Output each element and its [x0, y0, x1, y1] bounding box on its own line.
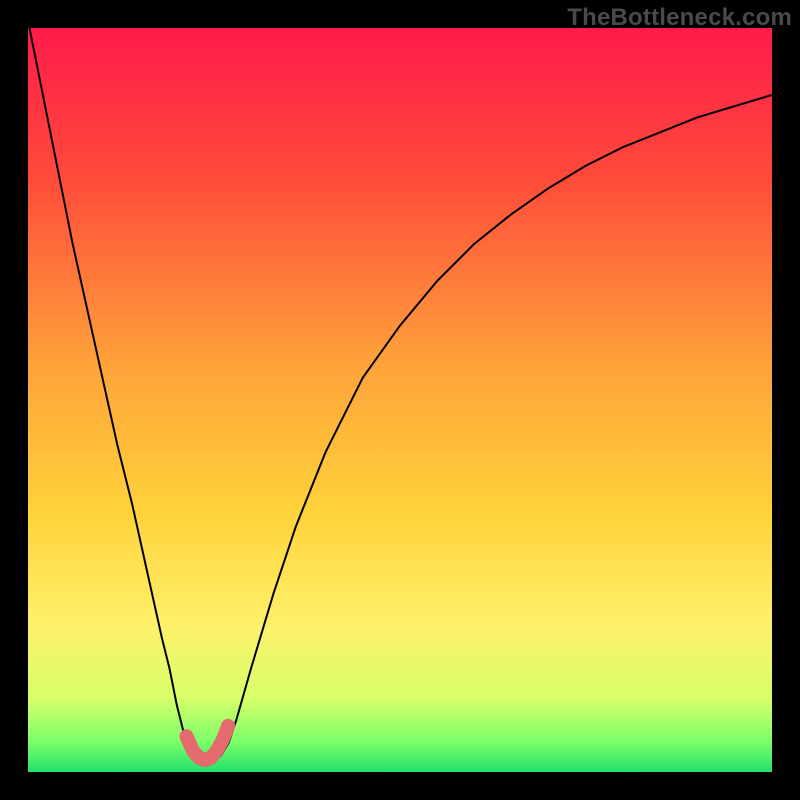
outer-frame: TheBottleneck.com: [0, 0, 800, 800]
plot-area: [28, 28, 772, 772]
chart-curves: [28, 28, 772, 772]
series-optimum-marker: [186, 726, 228, 760]
series-bottleneck-curve: [28, 28, 772, 765]
